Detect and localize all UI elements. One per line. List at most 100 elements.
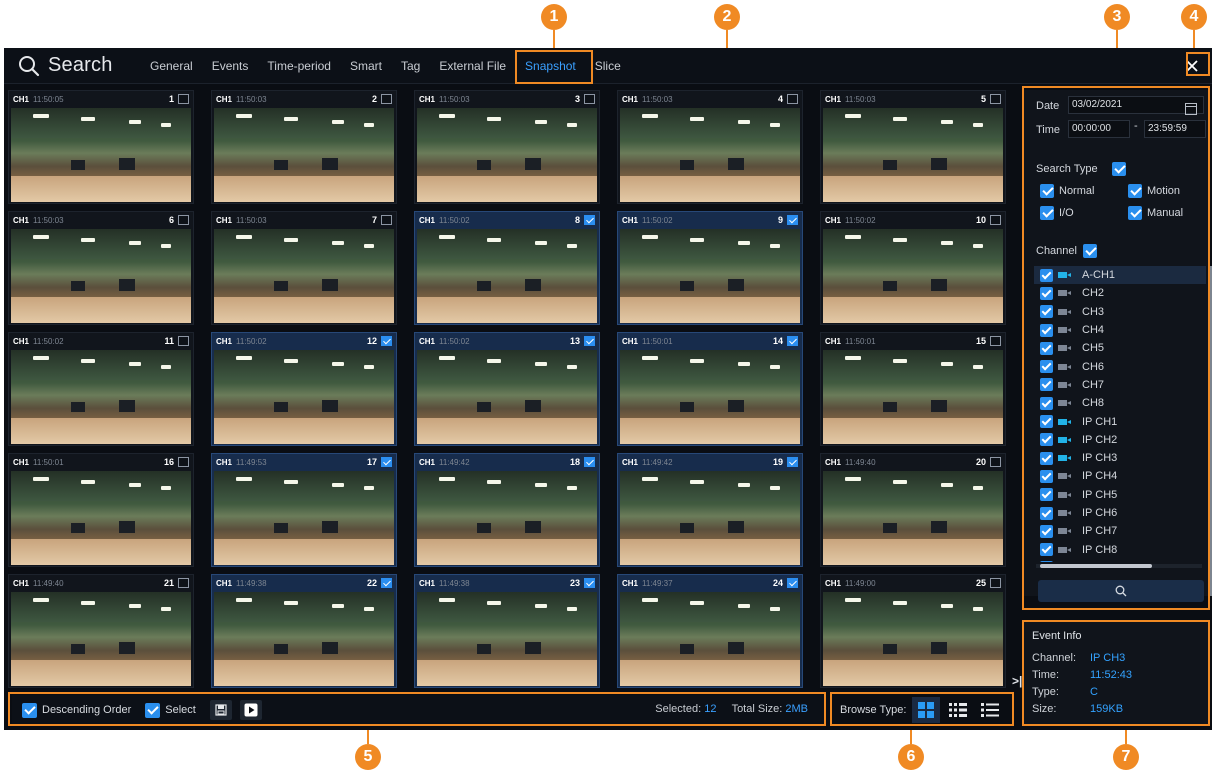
snapshot-thumbnail[interactable]: CH1 11:49:37 24 xyxy=(617,574,803,688)
snapshot-image[interactable] xyxy=(11,592,191,686)
monitor-shape xyxy=(322,158,338,170)
thumbnail-checkbox[interactable] xyxy=(990,94,1001,104)
thumbnail-checkbox[interactable] xyxy=(990,336,1001,346)
thumbnail-checkbox[interactable] xyxy=(178,336,189,346)
thumbnail-checkbox[interactable] xyxy=(787,215,798,225)
thumbnail-channel: CH1 xyxy=(419,94,436,104)
thumbnail-checkbox[interactable] xyxy=(178,578,189,588)
snapshot-image[interactable] xyxy=(620,108,800,202)
ceiling-light xyxy=(487,117,501,121)
snapshot-thumbnail[interactable]: CH1 11:50:01 15 xyxy=(820,332,1006,446)
snapshot-image[interactable] xyxy=(417,471,597,565)
thumbnail-checkbox[interactable] xyxy=(990,457,1001,467)
snapshot-thumbnail[interactable]: CH1 11:50:02 12 xyxy=(211,332,397,446)
snapshot-image[interactable] xyxy=(417,229,597,323)
snapshot-thumbnail[interactable]: CH1 11:49:42 18 xyxy=(414,453,600,567)
thumbnail-checkbox[interactable] xyxy=(381,578,392,588)
snapshot-thumbnail[interactable]: CH1 11:50:03 2 xyxy=(211,90,397,204)
thumbnail-checkbox[interactable] xyxy=(178,457,189,467)
snapshot-thumbnail[interactable]: CH1 11:50:03 6 xyxy=(8,211,194,325)
thumbnail-checkbox[interactable] xyxy=(381,336,392,346)
tab-time-period[interactable]: Time-period xyxy=(267,55,331,77)
monitor-shape xyxy=(119,158,135,170)
ceiling-light xyxy=(236,356,252,360)
thumbnail-checkbox[interactable] xyxy=(584,94,595,104)
thumbnail-checkbox[interactable] xyxy=(787,457,798,467)
tab-events[interactable]: Events xyxy=(212,55,249,77)
snapshot-thumbnail[interactable]: CH1 11:50:02 11 xyxy=(8,332,194,446)
thumbnail-checkbox[interactable] xyxy=(584,578,595,588)
thumbnail-checkbox[interactable] xyxy=(381,94,392,104)
thumbnail-number: 18 xyxy=(569,457,580,467)
thumbnail-checkbox[interactable] xyxy=(381,215,392,225)
snapshot-image[interactable] xyxy=(823,471,1003,565)
thumbnail-checkbox[interactable] xyxy=(990,578,1001,588)
thumbnail-checkbox[interactable] xyxy=(178,215,189,225)
snapshot-thumbnail[interactable]: CH1 11:49:38 22 xyxy=(211,574,397,688)
desk-shape xyxy=(620,297,800,323)
thumbnail-checkbox[interactable] xyxy=(178,94,189,104)
thumbnail-checkbox[interactable] xyxy=(787,578,798,588)
thumbnail-header: CH1 11:50:02 13 xyxy=(415,333,599,349)
monitor-shape xyxy=(322,279,338,291)
snapshot-image[interactable] xyxy=(214,350,394,444)
snapshot-image[interactable] xyxy=(11,108,191,202)
ceiling-light xyxy=(236,477,252,481)
thumbnail-checkbox[interactable] xyxy=(787,94,798,104)
snapshot-thumbnail[interactable]: CH1 11:50:01 16 xyxy=(8,453,194,567)
thumbnail-checkbox[interactable] xyxy=(990,215,1001,225)
snapshot-thumbnail[interactable]: CH1 11:49:53 17 xyxy=(211,453,397,567)
snapshot-thumbnail[interactable]: CH1 11:50:03 5 xyxy=(820,90,1006,204)
monitor-shape xyxy=(477,523,491,533)
snapshot-image[interactable] xyxy=(417,108,597,202)
thumbnail-checkbox[interactable] xyxy=(584,457,595,467)
snapshot-thumbnail[interactable]: CH1 11:50:03 7 xyxy=(211,211,397,325)
snapshot-image[interactable] xyxy=(214,471,394,565)
snapshot-thumbnail[interactable]: CH1 11:50:02 13 xyxy=(414,332,600,446)
monitor-shape xyxy=(119,400,135,412)
snapshot-thumbnail[interactable]: CH1 11:50:02 8 xyxy=(414,211,600,325)
snapshot-thumbnail[interactable]: CH1 11:50:03 3 xyxy=(414,90,600,204)
snapshot-image[interactable] xyxy=(11,229,191,323)
snapshot-image[interactable] xyxy=(620,592,800,686)
snapshot-thumbnail[interactable]: CH1 11:50:03 4 xyxy=(617,90,803,204)
thumbnail-checkbox[interactable] xyxy=(584,215,595,225)
snapshot-image[interactable] xyxy=(620,350,800,444)
snapshot-image[interactable] xyxy=(417,350,597,444)
ceiling-light xyxy=(439,114,455,118)
snapshot-image[interactable] xyxy=(11,350,191,444)
monitor-shape xyxy=(477,402,491,412)
snapshot-image[interactable] xyxy=(620,471,800,565)
snapshot-image[interactable] xyxy=(214,592,394,686)
snapshot-thumbnail[interactable]: CH1 11:50:02 10 xyxy=(820,211,1006,325)
snapshot-image[interactable] xyxy=(823,108,1003,202)
tab-slice[interactable]: Slice xyxy=(595,55,621,77)
snapshot-thumbnail[interactable]: CH1 11:49:40 20 xyxy=(820,453,1006,567)
tab-tag[interactable]: Tag xyxy=(401,55,420,77)
thumbnail-time: 11:50:02 xyxy=(845,215,876,225)
snapshot-thumbnail[interactable]: CH1 11:49:38 23 xyxy=(414,574,600,688)
snapshot-image[interactable] xyxy=(823,350,1003,444)
snapshot-thumbnail[interactable]: CH1 11:50:01 14 xyxy=(617,332,803,446)
thumbnail-checkbox[interactable] xyxy=(381,457,392,467)
snapshot-image[interactable] xyxy=(417,592,597,686)
snapshot-image[interactable] xyxy=(214,108,394,202)
snapshot-image[interactable] xyxy=(214,229,394,323)
tab-general[interactable]: General xyxy=(150,55,193,77)
thumbnail-time: 11:50:03 xyxy=(236,215,267,225)
thumbnail-checkbox[interactable] xyxy=(787,336,798,346)
collapse-panel-button[interactable]: >| xyxy=(1012,674,1022,688)
snapshot-image[interactable] xyxy=(823,229,1003,323)
callout-2: 2 xyxy=(714,4,740,30)
snapshot-image[interactable] xyxy=(11,471,191,565)
tab-smart[interactable]: Smart xyxy=(350,55,382,77)
snapshot-thumbnail[interactable]: CH1 11:50:02 9 xyxy=(617,211,803,325)
tab-external-file[interactable]: External File xyxy=(439,55,506,77)
snapshot-thumbnail[interactable]: CH1 11:50:05 1 xyxy=(8,90,194,204)
snapshot-thumbnail[interactable]: CH1 11:49:00 25 xyxy=(820,574,1006,688)
thumbnail-checkbox[interactable] xyxy=(584,336,595,346)
snapshot-image[interactable] xyxy=(823,592,1003,686)
snapshot-thumbnail[interactable]: CH1 11:49:42 19 xyxy=(617,453,803,567)
snapshot-image[interactable] xyxy=(620,229,800,323)
snapshot-thumbnail[interactable]: CH1 11:49:40 21 xyxy=(8,574,194,688)
